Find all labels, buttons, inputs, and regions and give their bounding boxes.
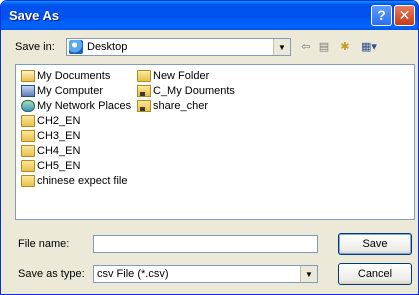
- save-button[interactable]: Save: [338, 233, 412, 255]
- save-as-dialog: Save As ? ✕ Save in: Desktop ▼ ⇦ ▤ ✱ ▦▾ …: [0, 0, 419, 295]
- new-folder-icon[interactable]: ✱: [337, 39, 353, 55]
- save-in-value: Desktop: [87, 41, 128, 53]
- folder-icon: [21, 175, 35, 187]
- folder-icon: [21, 145, 35, 157]
- desktop-icon: [69, 40, 83, 54]
- save-in-label: Save in:: [15, 41, 55, 53]
- save-as-type-label: Save as type:: [18, 268, 85, 280]
- folder-icon: [21, 130, 35, 142]
- window-title: Save As: [9, 8, 60, 23]
- file-list[interactable]: My Documents My Computer My Network Plac…: [15, 64, 415, 220]
- close-button[interactable]: ✕: [394, 5, 415, 26]
- network-places-icon: [21, 100, 35, 112]
- save-as-type-value: csv File (*.csv): [97, 268, 169, 280]
- shared-folder-icon: [137, 85, 151, 97]
- up-folder-icon[interactable]: ▤: [317, 39, 331, 55]
- cancel-button[interactable]: Cancel: [338, 263, 412, 285]
- back-arrow-icon[interactable]: ⇦: [299, 39, 313, 55]
- folder-icon: [137, 70, 151, 82]
- views-menu-icon[interactable]: ▦▾: [358, 39, 380, 55]
- file-name-field[interactable]: [93, 235, 318, 253]
- folder-icon: [21, 115, 35, 127]
- help-button[interactable]: ?: [371, 5, 392, 26]
- my-computer-icon: [21, 85, 35, 97]
- my-documents-icon: [21, 70, 35, 82]
- save-in-dropdown[interactable]: Desktop ▼: [66, 38, 291, 56]
- chevron-down-icon[interactable]: ▼: [273, 39, 290, 55]
- save-as-type-dropdown[interactable]: csv File (*.csv) ▼: [93, 265, 318, 283]
- chevron-down-icon[interactable]: ▼: [300, 266, 317, 282]
- folder-icon: [21, 160, 35, 172]
- title-bar[interactable]: Save As ? ✕: [1, 1, 418, 30]
- shared-folder-icon: [137, 100, 151, 112]
- file-name-label: File name:: [18, 238, 70, 250]
